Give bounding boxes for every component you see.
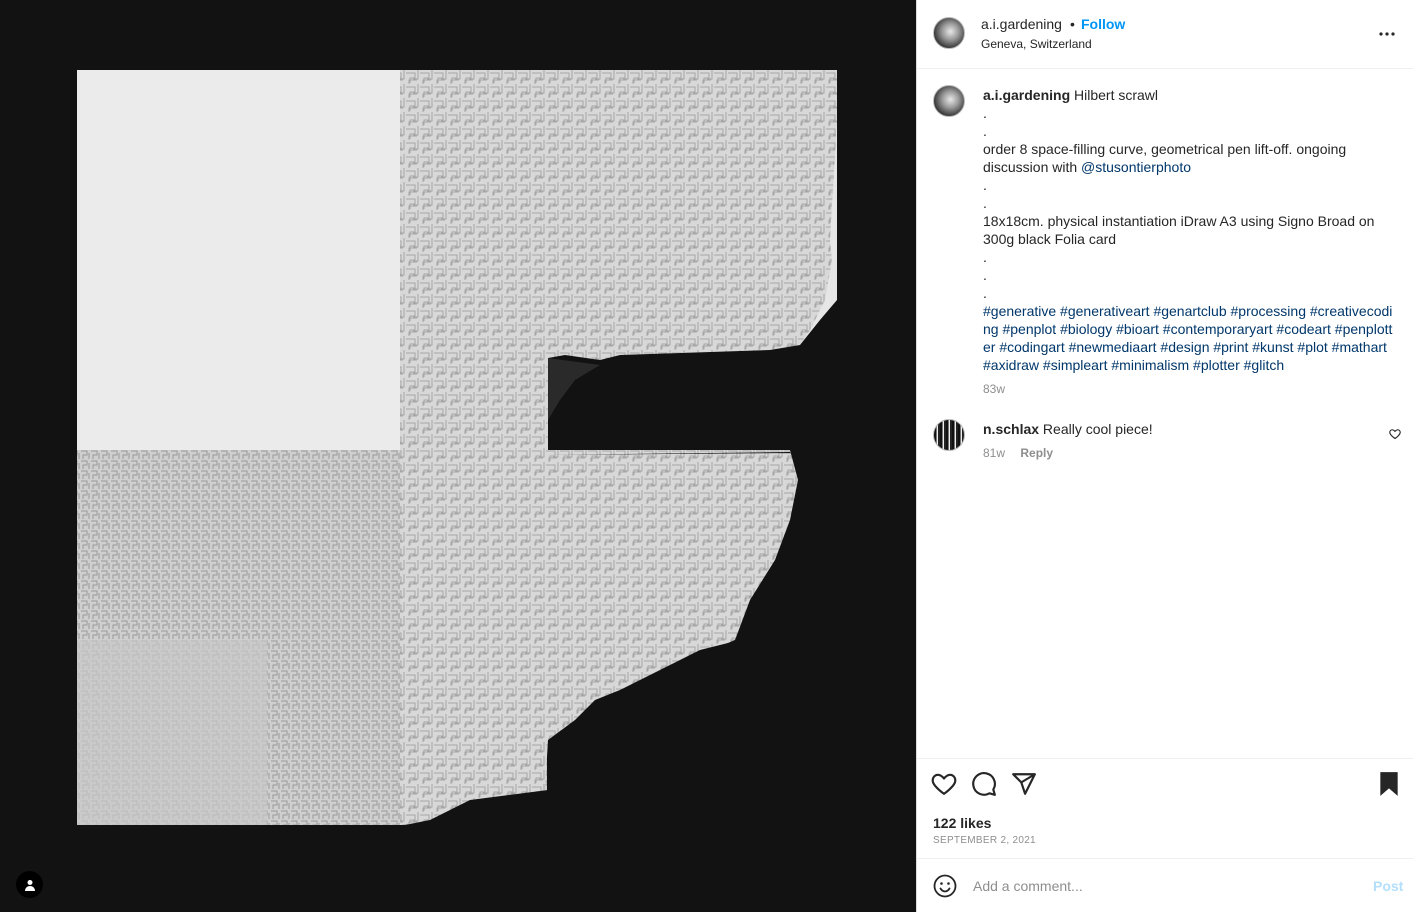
commenter-username[interactable]: n.schlax [983,421,1039,437]
caption-line: order 8 space-filling curve, geometrical… [983,140,1393,176]
caption-avatar[interactable] [933,85,965,117]
post-image[interactable] [0,0,916,912]
hilbert-curve-artwork [77,70,916,826]
instagram-post-modal: a.i.gardening • Follow Geneva, Switzerla… [0,0,1413,912]
paper-plane-icon[interactable] [1011,771,1039,799]
caption-dot: . [983,267,987,283]
caption-dot: . [983,195,987,211]
commenter-avatar[interactable] [933,419,965,451]
add-comment-bar: Post [917,858,1413,912]
caption-dot: . [983,177,987,193]
comment-text: Really cool piece! [1042,421,1153,437]
caption-dot: . [983,105,987,121]
caption-title: Hilbert scrawl [1074,87,1159,103]
caption-username[interactable]: a.i.gardening [983,87,1070,103]
comment-body: n.schlax Really cool piece! [983,420,1363,438]
caption-text: 18x18cm. physical instantiation iDraw A3… [983,213,1375,247]
user-tag-icon[interactable] [16,871,43,898]
caption-dot: . [983,249,987,265]
small-heart-icon[interactable] [1389,427,1403,441]
post-button[interactable]: Post [1373,878,1403,894]
location-link[interactable]: Geneva, Switzerland [981,37,1092,51]
bookmark-filled-icon[interactable] [1377,771,1405,799]
comment-input[interactable] [973,873,1353,899]
post-header: a.i.gardening • Follow Geneva, Switzerla… [917,0,1413,69]
caption-age[interactable]: 83w [983,380,1393,398]
follow-button[interactable]: Follow [1081,16,1125,32]
heart-icon[interactable] [931,771,959,799]
caption-dot: . [983,123,987,139]
mention-link[interactable]: @stusontierphoto [1081,159,1191,175]
likes-count[interactable]: 122 likes [933,815,991,831]
caption-dot: . [983,285,987,301]
post-sidebar: a.i.gardening • Follow Geneva, Switzerla… [916,0,1413,912]
author-username[interactable]: a.i.gardening [981,16,1062,32]
post-date: SEPTEMBER 2, 2021 [933,835,1036,846]
emoji-smile-icon[interactable] [933,874,957,898]
caption-body: a.i.gardening Hilbert scrawl . . order 8… [983,86,1393,398]
comment-bubble-icon[interactable] [971,771,999,799]
action-bar: 122 likes SEPTEMBER 2, 2021 [917,758,1413,858]
more-horizontal-icon[interactable] [1369,20,1405,48]
reply-button[interactable]: Reply [1020,446,1053,460]
author-avatar[interactable] [933,17,965,49]
hashtags[interactable]: #generative #generativeart #genartclub #… [983,302,1393,374]
comments-list[interactable]: a.i.gardening Hilbert scrawl . . order 8… [917,70,1413,758]
comment-age[interactable]: 81w [983,446,1005,460]
comment-meta: 81w Reply [983,446,1065,460]
separator-dot: • [1070,16,1075,32]
